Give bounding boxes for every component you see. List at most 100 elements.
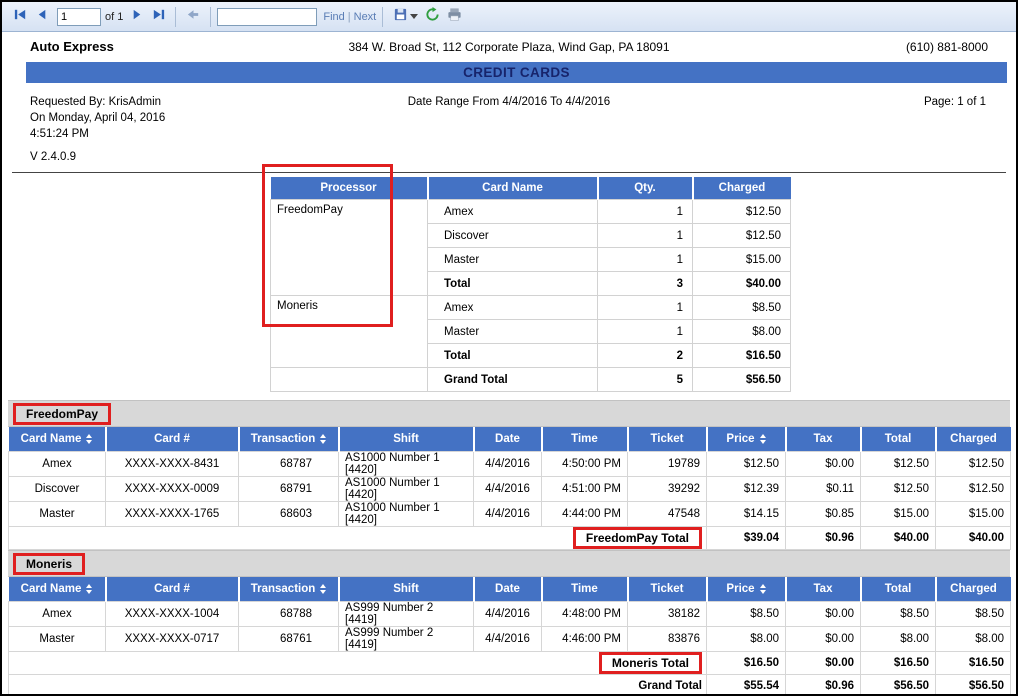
table-cell — [271, 368, 428, 392]
table-cell: $8.00 — [936, 627, 1011, 652]
table-cell: $0.96 — [786, 675, 861, 696]
table-cell: Grand Total — [428, 368, 598, 392]
section-band-freedompay: FreedomPay — [8, 400, 1010, 427]
freedompay-detail-table: Card Name Card # Transaction Shift Date … — [8, 427, 1011, 550]
column-header-qty: Qty. — [598, 177, 693, 200]
column-header-card-number: Card # — [106, 577, 239, 602]
requested-time: 4:51:24 PM — [30, 128, 346, 140]
table-cell: $55.54 — [707, 675, 786, 696]
table-cell: $39.04 — [707, 527, 786, 550]
table-cell: $56.50 — [693, 368, 791, 392]
page-number-input[interactable] — [57, 8, 101, 26]
find-link[interactable]: Find — [323, 11, 344, 23]
print-button[interactable] — [443, 6, 465, 28]
table-cell: $12.50 — [936, 477, 1011, 502]
column-header-processor: Processor — [271, 177, 428, 200]
header-label: Transaction — [251, 433, 316, 445]
moneris-detail-table: Card Name Card # Transaction Shift Date … — [8, 577, 1011, 696]
report-page: Auto Express 384 W. Broad St, 112 Corpor… — [2, 32, 1016, 696]
table-cell: $16.50 — [861, 652, 936, 675]
column-header-price[interactable]: Price — [707, 577, 786, 602]
table-cell: 4/4/2016 — [474, 502, 542, 527]
first-page-icon — [13, 7, 28, 27]
table-cell: Amex — [428, 296, 598, 320]
table-cell: 68761 — [239, 627, 339, 652]
table-cell: 4:48:00 PM — [542, 602, 628, 627]
print-icon — [447, 7, 462, 27]
column-header-card-name[interactable]: Card Name — [9, 427, 106, 452]
table-cell: 47548 — [628, 502, 707, 527]
table-cell: $8.00 — [707, 627, 786, 652]
export-icon — [393, 7, 408, 27]
column-header-card-name[interactable]: Card Name — [9, 577, 106, 602]
table-cell: 1 — [598, 296, 693, 320]
table-row: Amex XXXX-XXXX-8431 68787 AS1000 Number … — [9, 452, 1011, 477]
table-cell: $40.00 — [936, 527, 1011, 550]
column-header-time: Time — [542, 427, 628, 452]
table-cell: $8.50 — [936, 602, 1011, 627]
table-cell: $40.00 — [861, 527, 936, 550]
table-cell: 1 — [598, 320, 693, 344]
table-cell: AS999 Number 2 [4419] — [339, 602, 474, 627]
first-page-button[interactable] — [9, 6, 31, 28]
parent-report-icon — [186, 7, 201, 27]
table-cell: 4/4/2016 — [474, 602, 542, 627]
table-cell: 5 — [598, 368, 693, 392]
column-header-charged: Charged — [693, 177, 791, 200]
sort-icon — [86, 584, 92, 594]
column-header-ticket: Ticket — [628, 427, 707, 452]
header-label: Price — [726, 433, 754, 445]
refresh-button[interactable] — [421, 6, 443, 28]
export-button[interactable] — [389, 6, 421, 28]
table-cell: 4/4/2016 — [474, 477, 542, 502]
table-cell: $15.00 — [693, 248, 791, 272]
column-header-total: Total — [861, 427, 936, 452]
table-cell: Master — [428, 320, 598, 344]
company-name: Auto Express — [30, 39, 320, 54]
table-row: FreedomPay Amex 1 $12.50 — [271, 200, 791, 224]
table-cell: AS1000 Number 1 [4420] — [339, 452, 474, 477]
previous-page-button[interactable] — [31, 6, 53, 28]
report-header-row: Auto Express 384 W. Broad St, 112 Corpor… — [2, 39, 1016, 54]
table-cell: 1 — [598, 200, 693, 224]
table-cell: $40.00 — [693, 272, 791, 296]
sort-icon — [320, 434, 326, 444]
table-row: Master XXXX-XXXX-1765 68603 AS1000 Numbe… — [9, 502, 1011, 527]
table-cell: 4/4/2016 — [474, 627, 542, 652]
find-text-input[interactable] — [217, 8, 317, 26]
table-cell: $8.50 — [707, 602, 786, 627]
next-page-button[interactable] — [125, 6, 147, 28]
table-cell: 68603 — [239, 502, 339, 527]
table-cell: $14.15 — [707, 502, 786, 527]
table-cell: $8.50 — [693, 296, 791, 320]
parent-report-button[interactable] — [182, 6, 204, 28]
table-cell: Master — [428, 248, 598, 272]
column-header-time: Time — [542, 577, 628, 602]
table-cell: $12.50 — [707, 452, 786, 477]
requested-block: Requested By: KrisAdmin On Monday, April… — [30, 96, 346, 144]
column-header-transaction[interactable]: Transaction — [239, 577, 339, 602]
table-cell: 4/4/2016 — [474, 452, 542, 477]
summary-header-row: Processor Card Name Qty. Charged — [271, 177, 791, 200]
next-link[interactable]: Next — [354, 11, 377, 23]
column-header-transaction[interactable]: Transaction — [239, 427, 339, 452]
last-page-button[interactable] — [147, 6, 169, 28]
table-cell: $12.50 — [693, 200, 791, 224]
company-address: 384 W. Broad St, 112 Corporate Plaza, Wi… — [320, 40, 698, 54]
summary-table-wrap: Processor Card Name Qty. Charged Freedom… — [270, 177, 790, 392]
table-cell: XXXX-XXXX-0717 — [106, 627, 239, 652]
table-cell: $8.00 — [861, 627, 936, 652]
processor-cell: Moneris — [271, 296, 428, 368]
table-cell: $12.39 — [707, 477, 786, 502]
refresh-icon — [425, 7, 440, 27]
page-count-label: of 1 — [105, 11, 123, 23]
column-header-price[interactable]: Price — [707, 427, 786, 452]
table-cell: 2 — [598, 344, 693, 368]
table-cell: Amex — [9, 602, 106, 627]
table-cell: $12.50 — [861, 452, 936, 477]
table-cell: $16.50 — [936, 652, 1011, 675]
previous-page-icon — [35, 7, 50, 27]
column-header-shift: Shift — [339, 427, 474, 452]
page-info: Page: 1 of 1 — [672, 96, 988, 144]
grand-total-row: Grand Total 5 $56.50 — [271, 368, 791, 392]
